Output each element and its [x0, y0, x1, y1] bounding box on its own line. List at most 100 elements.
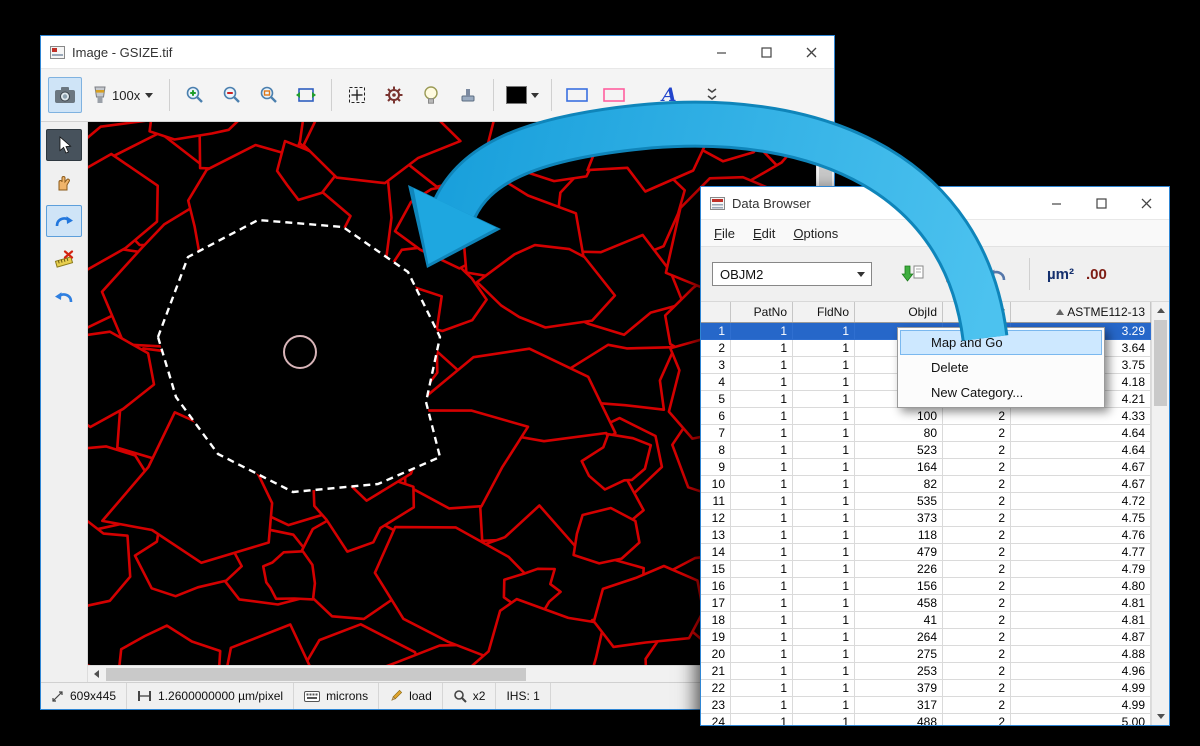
table-cell[interactable]: 1	[731, 357, 793, 374]
table-cell[interactable]: 16	[701, 578, 731, 595]
table-cell[interactable]: 20	[701, 646, 731, 663]
table-cell[interactable]: 275	[855, 646, 943, 663]
close-button[interactable]	[789, 36, 834, 68]
table-cell[interactable]: 1	[731, 340, 793, 357]
table-cell[interactable]: 1	[701, 323, 731, 340]
measurement-combo[interactable]: OBJM2	[712, 262, 872, 286]
probe-button[interactable]	[451, 77, 485, 113]
table-row[interactable]: 151122624.79	[701, 561, 1151, 578]
map-and-go-tool-button[interactable]	[46, 205, 82, 237]
table-cell[interactable]: 4.88	[1011, 646, 1151, 663]
table-cell[interactable]: 2	[943, 544, 1011, 561]
annotation-text-button[interactable]: A	[652, 77, 686, 113]
table-cell[interactable]: 4.87	[1011, 629, 1151, 646]
context-menu-item-new-category[interactable]: New Category...	[900, 380, 1102, 405]
table-cell[interactable]: 2	[943, 595, 1011, 612]
table-cell[interactable]: 4.33	[1011, 408, 1151, 425]
maximize-button[interactable]	[744, 36, 789, 68]
table-cell[interactable]: 2	[943, 663, 1011, 680]
context-menu-item-map-and-go[interactable]: Map and Go	[900, 330, 1102, 355]
table-cell[interactable]: 2	[701, 340, 731, 357]
table-cell[interactable]: 1	[731, 544, 793, 561]
table-cell[interactable]: 1	[793, 544, 855, 561]
table-cell[interactable]: 1	[731, 595, 793, 612]
menu-options[interactable]: Options	[784, 223, 847, 244]
table-vertical-scrollbar[interactable]	[1151, 302, 1169, 725]
table-cell[interactable]: 7	[701, 425, 731, 442]
undo-button[interactable]	[982, 259, 1012, 289]
table-cell[interactable]: 2	[943, 527, 1011, 544]
table-cell[interactable]: 15	[701, 561, 731, 578]
table-cell[interactable]: 4.76	[1011, 527, 1151, 544]
table-cell[interactable]: 2	[943, 697, 1011, 714]
header-objid[interactable]: ObjId	[855, 302, 943, 322]
table-row[interactable]: 221137924.99	[701, 680, 1151, 697]
table-row[interactable]: 121137324.75	[701, 510, 1151, 527]
table-cell[interactable]: 9	[701, 459, 731, 476]
scroll-down-button[interactable]	[1152, 708, 1169, 725]
table-cell[interactable]: 1	[793, 374, 855, 391]
minimize-button[interactable]	[699, 36, 744, 68]
table-cell[interactable]: 1	[731, 374, 793, 391]
table-cell[interactable]: 1	[731, 629, 793, 646]
pink-rect-button[interactable]	[597, 77, 631, 113]
pan-tool-button[interactable]	[46, 167, 82, 199]
table-cell[interactable]: 21	[701, 663, 731, 680]
table-cell[interactable]: 23	[701, 697, 731, 714]
table-cell[interactable]: 1	[793, 340, 855, 357]
menu-edit[interactable]: Edit	[744, 223, 784, 244]
table-cell[interactable]: 4	[701, 374, 731, 391]
table-cell[interactable]: 6	[701, 408, 731, 425]
table-cell[interactable]: 164	[855, 459, 943, 476]
table-cell[interactable]: 1	[793, 612, 855, 629]
table-cell[interactable]: 1	[793, 697, 855, 714]
table-cell[interactable]: 1	[793, 629, 855, 646]
table-cell[interactable]: 1	[793, 714, 855, 725]
zoom-out-button[interactable]	[215, 77, 249, 113]
table-cell[interactable]: 458	[855, 595, 943, 612]
minimize-button[interactable]	[1034, 187, 1079, 219]
data-browser-titlebar[interactable]: Data Browser	[701, 187, 1169, 220]
table-cell[interactable]: 523	[855, 442, 943, 459]
table-cell[interactable]: 1	[731, 714, 793, 725]
table-cell[interactable]: 1	[793, 527, 855, 544]
table-row[interactable]: 171145824.81	[701, 595, 1151, 612]
bulb-button[interactable]	[414, 77, 448, 113]
table-cell[interactable]: 1	[793, 459, 855, 476]
table-cell[interactable]: 1	[731, 578, 793, 595]
table-cell[interactable]: 13	[701, 527, 731, 544]
scroll-left-button[interactable]	[88, 666, 105, 683]
table-cell[interactable]: 41	[855, 612, 943, 629]
table-cell[interactable]: 1	[731, 561, 793, 578]
table-cell[interactable]: 1	[731, 680, 793, 697]
table-cell[interactable]: 80	[855, 425, 943, 442]
pointer-tool-button[interactable]	[46, 129, 82, 161]
color-swatch-button[interactable]	[502, 77, 543, 113]
table-cell[interactable]: 4.80	[1011, 578, 1151, 595]
table-row[interactable]: 81152324.64	[701, 442, 1151, 459]
table-cell[interactable]: 1	[793, 510, 855, 527]
image-window-titlebar[interactable]: Image - GSIZE.tif	[41, 36, 834, 69]
table-cell[interactable]: 1	[731, 510, 793, 527]
table-cell[interactable]: 1	[731, 493, 793, 510]
table-cell[interactable]: 11	[701, 493, 731, 510]
table-cell[interactable]: 4.67	[1011, 459, 1151, 476]
table-cell[interactable]: 1	[731, 442, 793, 459]
table-cell[interactable]: 2	[943, 493, 1011, 510]
table-cell[interactable]: 156	[855, 578, 943, 595]
table-row[interactable]: 141147924.77	[701, 544, 1151, 561]
table-row[interactable]: 211125324.96	[701, 663, 1151, 680]
gear-button[interactable]	[377, 77, 411, 113]
table-cell[interactable]: 1	[793, 578, 855, 595]
table-cell[interactable]: 22	[701, 680, 731, 697]
table-cell[interactable]: 1	[731, 459, 793, 476]
table-cell[interactable]: 226	[855, 561, 943, 578]
table-cell[interactable]: 3	[701, 357, 731, 374]
table-cell[interactable]: 4.96	[1011, 663, 1151, 680]
table-cell[interactable]: 100	[855, 408, 943, 425]
table-row[interactable]: 201127524.88	[701, 646, 1151, 663]
table-cell[interactable]: 2	[943, 476, 1011, 493]
table-cell[interactable]: 1	[793, 357, 855, 374]
table-cell[interactable]: 2	[943, 561, 1011, 578]
table-cell[interactable]: 253	[855, 663, 943, 680]
